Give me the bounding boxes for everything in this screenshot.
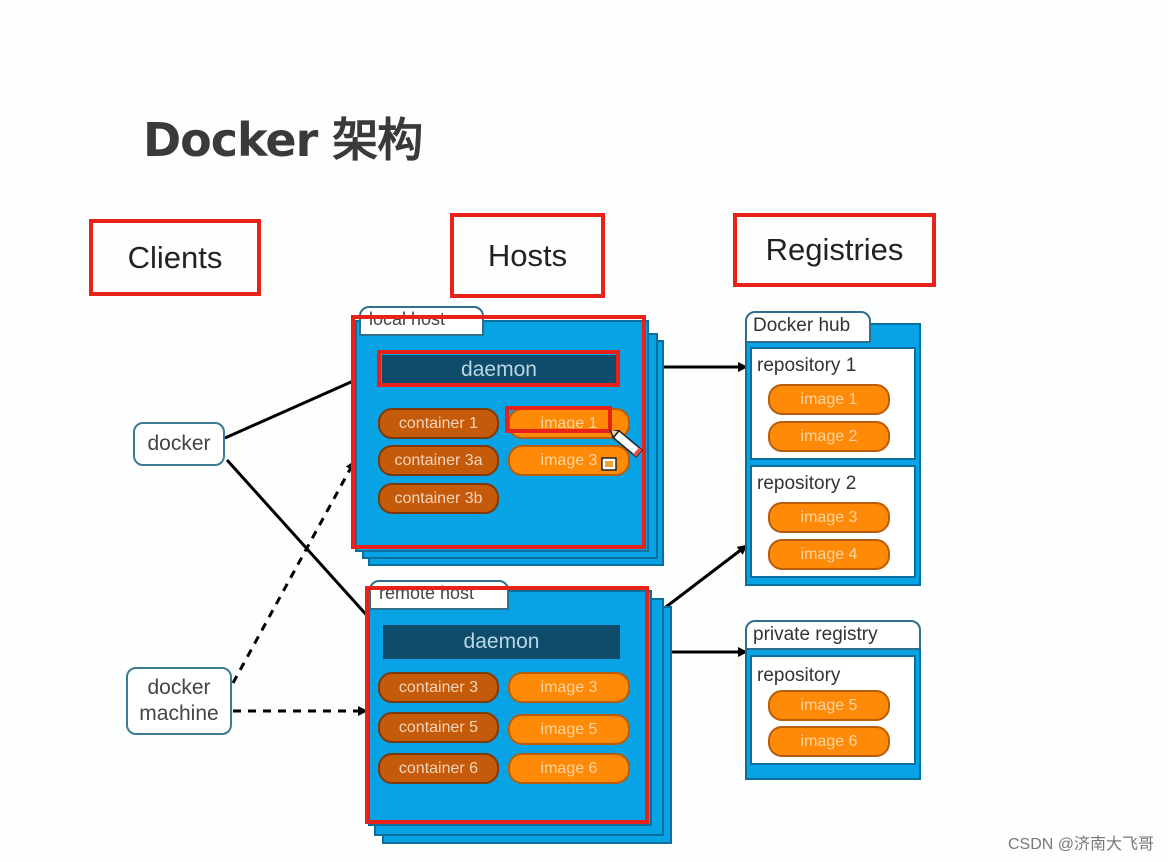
hub-image[interactable]: image 2: [768, 421, 890, 452]
remote-image[interactable]: image 6: [508, 753, 630, 784]
remote-container[interactable]: container 6: [378, 753, 499, 784]
local-container[interactable]: container 3a: [378, 445, 499, 476]
remote-daemon[interactable]: daemon: [383, 625, 620, 659]
remote-container[interactable]: container 5: [378, 712, 499, 743]
client-docker-machine-line2: machine: [139, 702, 219, 725]
remote-image[interactable]: image 3: [508, 672, 630, 703]
remote-host-highlight: [365, 586, 649, 824]
repository-1-label: repository 1: [757, 355, 857, 376]
private-registry-label: private registry: [745, 620, 921, 650]
client-docker[interactable]: docker: [133, 422, 225, 466]
local-image1-highlight: [505, 406, 612, 433]
local-container[interactable]: container 3b: [378, 483, 499, 514]
client-docker-machine[interactable]: docker machine: [126, 667, 232, 735]
local-container[interactable]: container 1: [378, 408, 499, 439]
remote-container[interactable]: container 3: [378, 672, 499, 703]
hub-image[interactable]: image 3: [768, 502, 890, 533]
arrow-machine-to-local-host: [231, 460, 356, 684]
private-image[interactable]: image 6: [768, 726, 890, 757]
local-daemon-highlight: [377, 350, 620, 387]
watermark: CSDN @济南大飞哥: [1007, 836, 1154, 853]
hub-image[interactable]: image 4: [768, 539, 890, 570]
docker-hub-label: Docker hub: [745, 311, 871, 343]
repository-2-label: repository 2: [757, 473, 857, 494]
remote-image[interactable]: image 5: [508, 714, 630, 745]
hub-image[interactable]: image 1: [768, 384, 890, 415]
private-repository-label: repository: [757, 665, 841, 686]
client-docker-label: docker: [147, 432, 211, 455]
private-image[interactable]: image 5: [768, 690, 890, 721]
client-docker-machine-line1: docker: [147, 676, 211, 699]
pencil-cursor-icon: [601, 430, 644, 471]
